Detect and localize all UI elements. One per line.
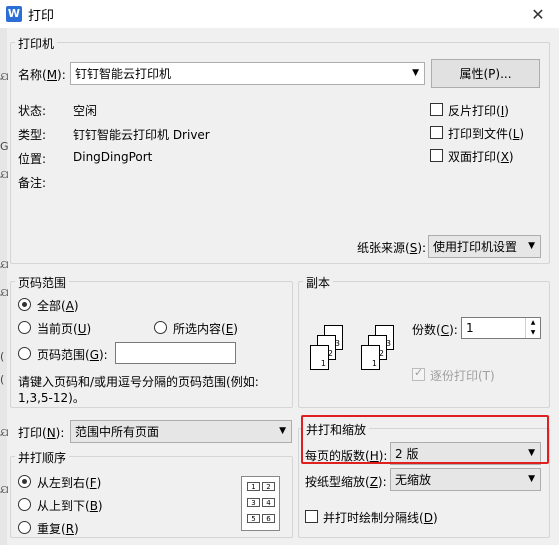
strip-glyph: ଯ [0, 70, 8, 83]
chevron-down-icon: ▼ [279, 426, 286, 436]
page-range-pages-label[interactable]: 页码范围(G): [37, 346, 108, 363]
page-range-selection-label[interactable]: 所选内容(E) [173, 320, 238, 337]
page-range-selection-radio[interactable] [154, 321, 167, 334]
order-repeat-label[interactable]: 重复(R) [37, 520, 79, 537]
chevron-down-icon: ▼ [528, 241, 535, 251]
page-icon: 1 [361, 345, 380, 370]
title-bar: W 打印 ✕ [0, 0, 559, 28]
order-cell: 2 [262, 482, 275, 491]
mirror-print-checkbox[interactable] [430, 103, 443, 116]
page-icon: 1 [310, 345, 329, 370]
order-left-to-right-label[interactable]: 从左到右(F) [37, 474, 101, 491]
page-range-current-radio[interactable] [18, 321, 31, 334]
strip-glyph: ଯ [0, 426, 8, 439]
print-what-select[interactable]: 范围中所有页面 ▼ [70, 420, 292, 443]
chevron-down-icon: ▼ [528, 474, 535, 484]
checkmark-icon: ✓ [414, 366, 424, 379]
chevron-up-icon[interactable]: ▲ [526, 318, 540, 328]
copies-count-value: 1 [466, 321, 474, 335]
paper-source-select[interactable]: 使用打印机设置 ▼ [428, 235, 541, 258]
page-range-group-title: 页码范围 [15, 274, 70, 291]
strip-glyph: ଯ [0, 286, 8, 299]
order-top-to-bottom-label[interactable]: 从上到下(B) [37, 497, 103, 514]
page-range-hint: 请键入页码和/或用逗号分隔的页码范围(例如: [18, 375, 259, 389]
page-range-current-label[interactable]: 当前页(U) [37, 320, 91, 337]
page-range-pages-radio[interactable] [18, 347, 31, 360]
print-to-file-label[interactable]: 打印到文件(L) [448, 125, 524, 142]
print-what-value: 范围中所有页面 [75, 425, 160, 439]
page-range-hint-example: 1,3,5-12)。 [18, 391, 85, 405]
scale-to-paper-select[interactable]: 无缩放 ▼ [390, 468, 541, 491]
strip-glyph: ( [0, 350, 5, 363]
order-repeat-radio[interactable] [18, 521, 31, 534]
draw-divider-label[interactable]: 并打时绘制分隔线(D) [323, 509, 438, 526]
chevron-down-icon: ▼ [412, 68, 419, 78]
collate-label[interactable]: 逐份打印(T) [430, 367, 495, 384]
wps-app-icon: W [6, 6, 22, 22]
collated-copies-icon: 3 2 1 [356, 320, 406, 375]
type-value: 钉钉智能云打印机 Driver [73, 128, 210, 142]
order-cell: 4 [262, 498, 275, 507]
page-range-all-radio[interactable] [18, 298, 31, 311]
copies-group-title: 副本 [303, 274, 334, 291]
copies-count-label: 份数(C): [412, 323, 458, 337]
copies-count-input[interactable]: 1 ▲ ▼ [461, 317, 541, 339]
paper-source-label: 纸张来源(S): [357, 241, 427, 255]
print-what-label: 打印(N): [18, 426, 65, 440]
where-label: 位置: [18, 152, 47, 166]
collate-checkbox[interactable]: ✓ [412, 366, 425, 381]
printer-name-value: 钉钉智能云打印机 [75, 67, 172, 81]
strip-glyph: ଯ [0, 483, 8, 496]
type-label: 类型: [18, 128, 47, 142]
printer-name-label: 名称(M): [18, 68, 66, 82]
properties-button[interactable]: 属性(P)... [431, 59, 540, 88]
paper-source-value: 使用打印机设置 [433, 240, 518, 254]
printer-name-select[interactable]: 钉钉智能云打印机 ▼ [70, 62, 425, 85]
collate-order-group-title: 并打顺序 [15, 449, 70, 466]
strip-glyph: ( [0, 373, 5, 386]
order-top-to-bottom-radio[interactable] [18, 498, 31, 511]
collate-order-diagram: 1 2 3 4 5 6 [241, 476, 280, 531]
window-title: 打印 [28, 9, 55, 24]
printer-group-title: 打印机 [15, 35, 58, 52]
page-range-all-label[interactable]: 全部(A) [37, 297, 79, 314]
duplex-label[interactable]: 双面打印(X) [448, 148, 514, 165]
page-range-input[interactable] [115, 342, 236, 364]
where-value: DingDingPort [73, 150, 153, 164]
duplex-checkbox[interactable] [430, 149, 443, 162]
draw-divider-checkbox[interactable] [305, 510, 318, 523]
print-to-file-checkbox[interactable] [430, 126, 443, 139]
scale-to-paper-value: 无缩放 [395, 473, 432, 487]
uncollated-copies-icon: 3 2 1 [305, 320, 355, 375]
strip-glyph: G [0, 140, 8, 153]
close-icon: ✕ [531, 4, 545, 24]
order-left-to-right-radio[interactable] [18, 475, 31, 488]
close-button[interactable]: ✕ [521, 2, 555, 26]
chevron-down-icon[interactable]: ▼ [526, 328, 540, 338]
background-window-strip: ଯ G ଯ ଯ ଯ ( ( ଯ ଯ [0, 28, 8, 545]
copies-stepper[interactable]: ▲ ▼ [525, 318, 540, 338]
scale-to-paper-label: 按纸型缩放(Z): [305, 475, 387, 489]
comment-label: 备注: [18, 176, 47, 190]
status-value: 空闲 [73, 104, 98, 118]
order-cell: 1 [247, 482, 260, 491]
status-label: 状态: [18, 104, 47, 118]
highlight-annotation [301, 415, 549, 464]
order-cell: 5 [247, 514, 260, 523]
strip-glyph: ଯ [0, 168, 8, 181]
order-cell: 6 [262, 514, 275, 523]
strip-glyph: ଯ [0, 258, 8, 271]
mirror-print-label[interactable]: 反片打印(I) [448, 102, 509, 119]
order-cell: 3 [247, 498, 260, 507]
